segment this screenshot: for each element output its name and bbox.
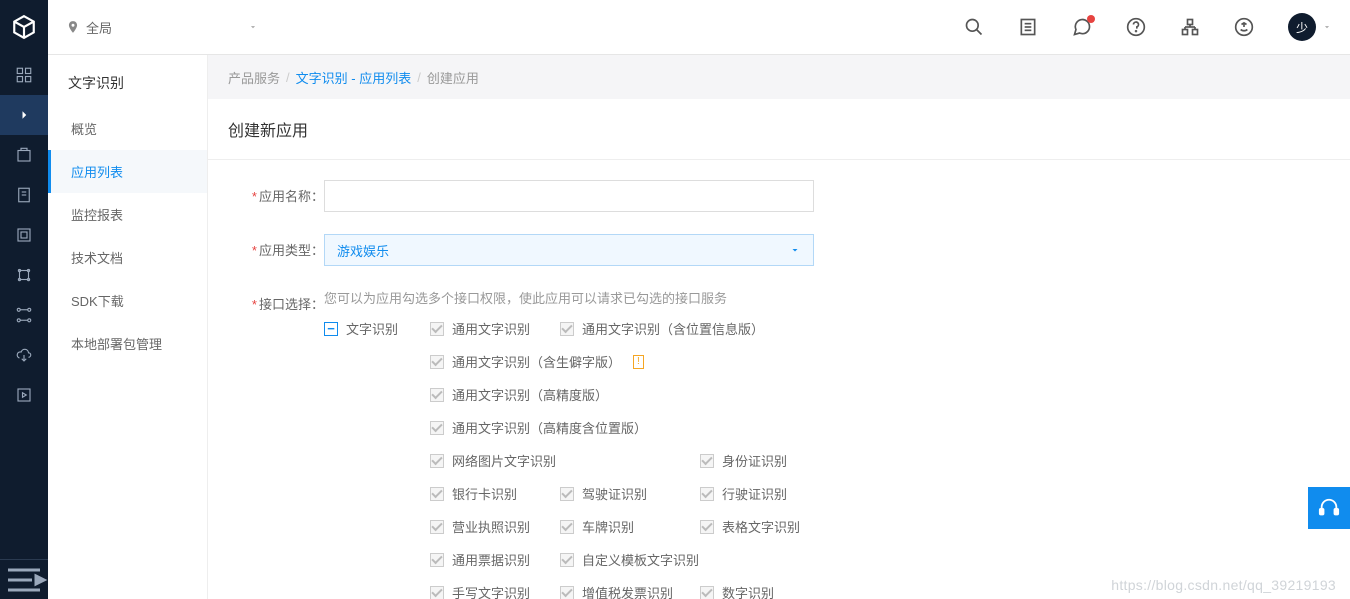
checkbox[interactable]: [560, 586, 574, 599]
help-icon[interactable]: [1126, 17, 1146, 37]
checkbox[interactable]: [700, 520, 714, 534]
chevron-down-icon: [118, 22, 258, 32]
checkbox[interactable]: [560, 322, 574, 336]
support-button[interactable]: [1308, 487, 1350, 529]
user-menu[interactable]: 少: [1288, 13, 1332, 41]
breadcrumb-item: 创建应用: [427, 68, 479, 87]
checkbox[interactable]: [430, 322, 444, 336]
list-icon[interactable]: [1018, 17, 1038, 37]
checkbox[interactable]: [430, 586, 444, 599]
location-icon: [66, 20, 80, 34]
rail-cloud[interactable]: [0, 335, 48, 375]
search-icon[interactable]: [964, 17, 984, 37]
watermark: https://blog.csdn.net/qq_39219193: [1111, 577, 1336, 593]
checkbox[interactable]: [700, 586, 714, 599]
page-title: 创建新应用: [208, 99, 1350, 160]
avatar: 少: [1288, 13, 1316, 41]
label-api-select: *接口选择：: [228, 288, 324, 313]
sidebar-item-deploy[interactable]: 本地部署包管理: [48, 322, 207, 365]
org-icon[interactable]: [1180, 17, 1200, 37]
checkbox[interactable]: [560, 487, 574, 501]
sidebar-item-overview[interactable]: 概览: [48, 107, 207, 150]
sidebar-title: 文字识别: [48, 55, 207, 107]
checkbox[interactable]: [430, 355, 444, 369]
sidebar: 文字识别 概览 应用列表 监控报表 技术文档 SDK下载 本地部署包管理: [48, 55, 208, 599]
checkbox[interactable]: [430, 520, 444, 534]
sidebar-item-monitor[interactable]: 监控报表: [48, 193, 207, 236]
rail-nodes[interactable]: [0, 295, 48, 335]
rail-expand[interactable]: [0, 95, 48, 135]
checkbox[interactable]: [560, 520, 574, 534]
app-type-value: 游戏娱乐: [337, 241, 389, 260]
app-type-select[interactable]: 游戏娱乐: [324, 234, 814, 266]
breadcrumb-link[interactable]: 文字识别 - 应用列表: [296, 68, 412, 87]
checkbox[interactable]: [430, 421, 444, 435]
chevron-down-icon: [1322, 22, 1332, 32]
rail-frame[interactable]: [0, 215, 48, 255]
label-app-name: *应用名称：: [228, 180, 324, 205]
scope-selector[interactable]: 全局: [66, 18, 258, 37]
nav-rail: [0, 55, 48, 599]
checkbox[interactable]: [430, 388, 444, 402]
checkbox[interactable]: [430, 487, 444, 501]
sidebar-item-sdk[interactable]: SDK下载: [48, 279, 207, 322]
api-hint: 您可以为应用勾选多个接口权限，使此应用可以请求已勾选的接口服务: [324, 288, 1330, 307]
checkbox[interactable]: [700, 454, 714, 468]
scope-label: 全局: [86, 18, 112, 37]
breadcrumb-item: 产品服务: [228, 68, 280, 87]
rail-grid[interactable]: [0, 255, 48, 295]
tree-group-ocr[interactable]: − 文字识别: [324, 319, 430, 338]
rail-docs[interactable]: [0, 175, 48, 215]
sidebar-item-docs[interactable]: 技术文档: [48, 236, 207, 279]
rail-collapse[interactable]: [0, 559, 48, 599]
sidebar-item-apps[interactable]: 应用列表: [48, 150, 207, 193]
checkbox[interactable]: [430, 454, 444, 468]
checkbox[interactable]: [560, 553, 574, 567]
checkbox[interactable]: [700, 487, 714, 501]
rail-play[interactable]: [0, 375, 48, 415]
app-name-input[interactable]: [324, 180, 814, 212]
rail-products[interactable]: [0, 135, 48, 175]
notification-dot: [1087, 15, 1095, 23]
minus-icon: −: [324, 322, 338, 336]
chevron-down-icon: [789, 244, 801, 256]
gift-icon[interactable]: [1234, 17, 1254, 37]
checkbox[interactable]: [430, 553, 444, 567]
message-icon[interactable]: [1072, 17, 1092, 37]
rail-dashboard[interactable]: [0, 55, 48, 95]
warn-badge: !: [633, 355, 644, 369]
logo[interactable]: [0, 0, 48, 55]
label-app-type: *应用类型：: [228, 234, 324, 259]
breadcrumb: 产品服务 / 文字识别 - 应用列表 / 创建应用: [208, 55, 1350, 99]
